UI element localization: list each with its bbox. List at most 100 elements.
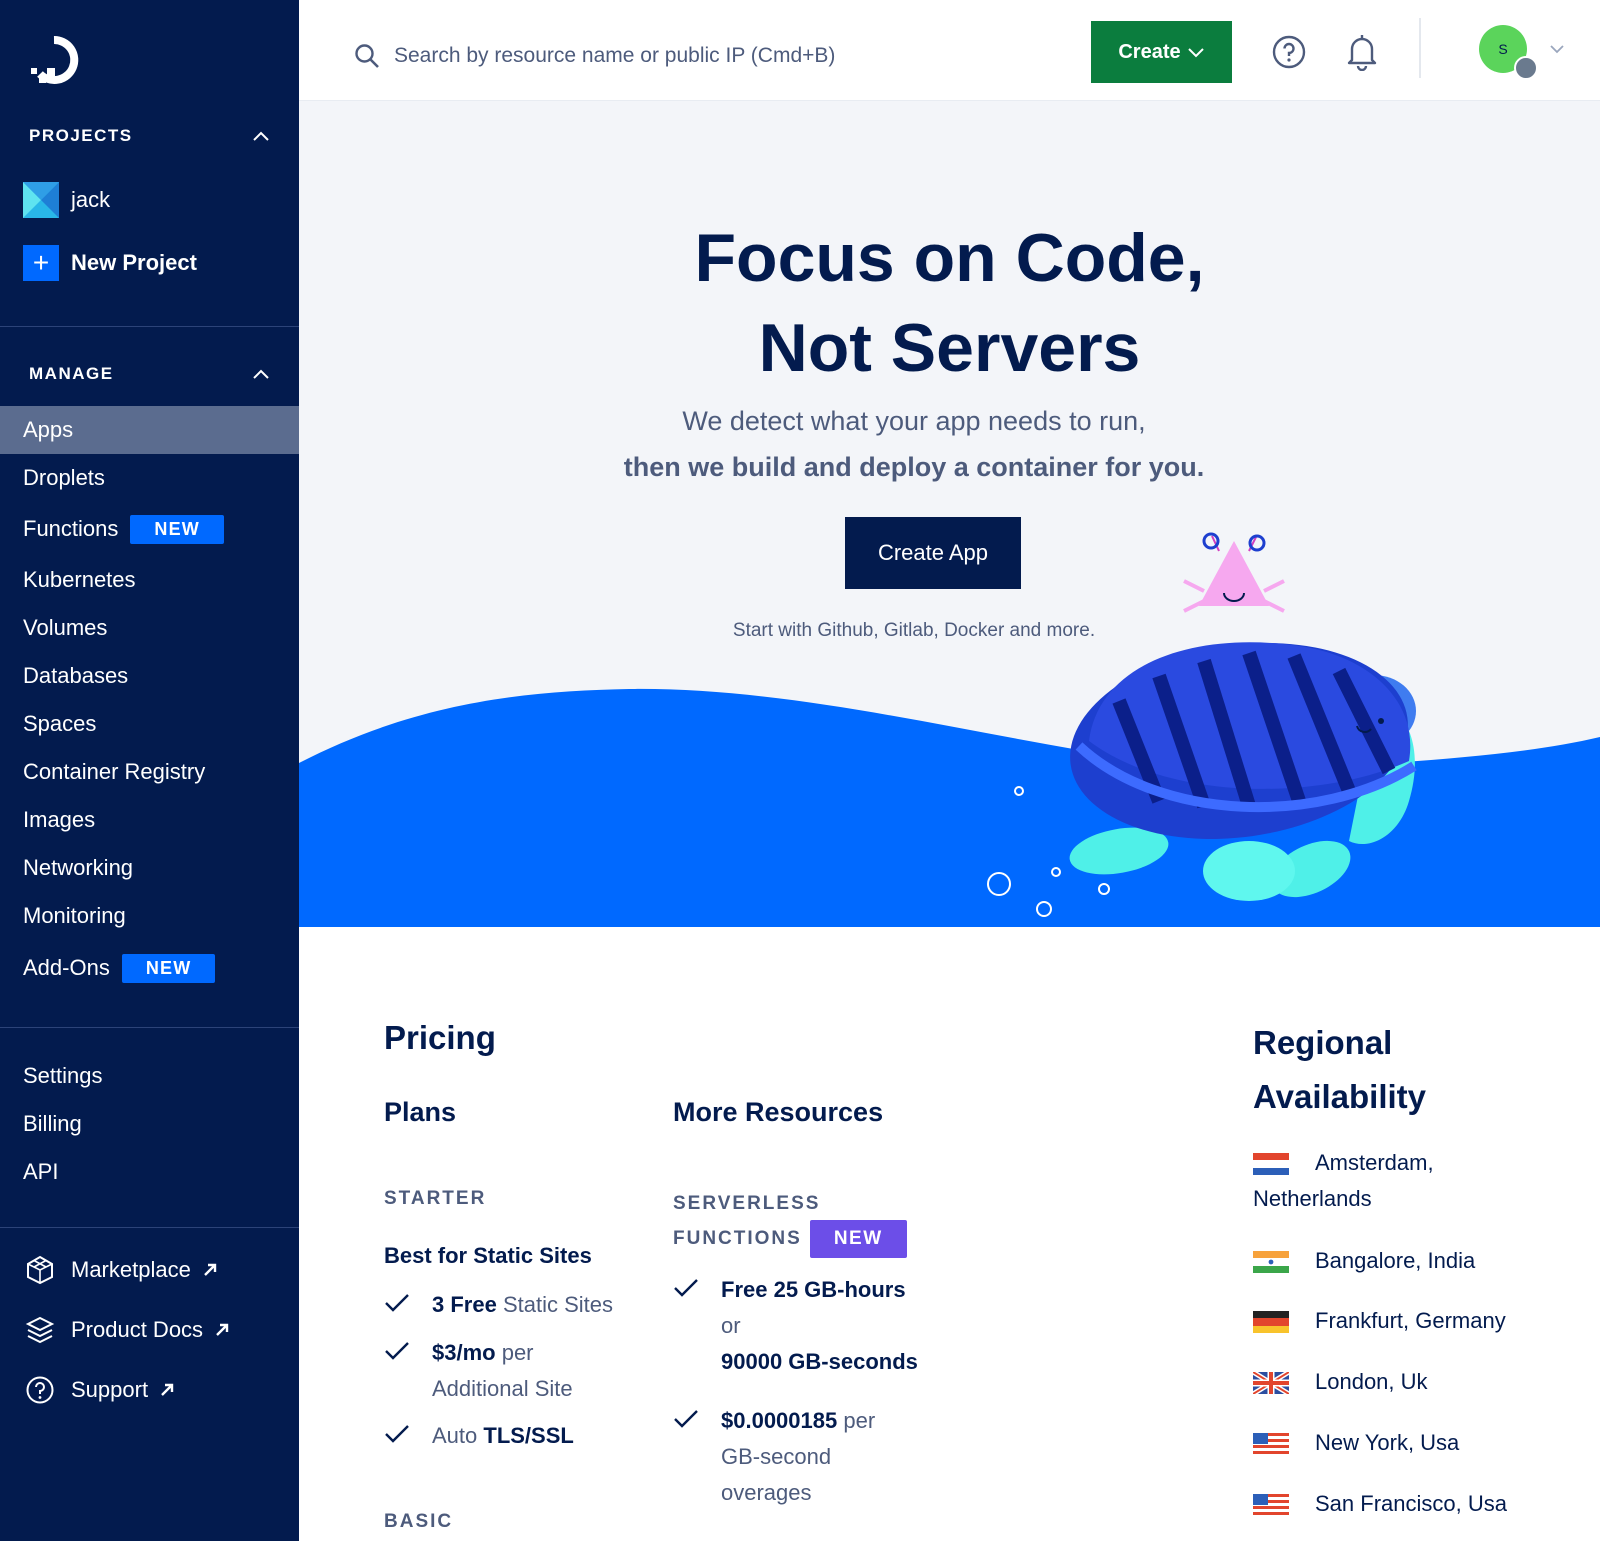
project-icon: [23, 182, 59, 218]
sidebar-item-billing[interactable]: Billing: [0, 1100, 299, 1148]
manage-header: MANAGE: [29, 364, 114, 383]
bell-icon[interactable]: [1345, 33, 1379, 71]
help-icon[interactable]: [1272, 35, 1306, 69]
external-link-icon: [203, 1263, 217, 1276]
regional-availability-title: Regional Availability: [1253, 1016, 1426, 1124]
region-name: New York, Usa: [1315, 1430, 1460, 1455]
serverless-label-line1: SERVERLESS: [673, 1193, 821, 1214]
region-item: San Francisco, Usa: [1253, 1486, 1507, 1522]
nav-label: Add-Ons: [23, 955, 110, 980]
feature-row: Auto TLS/SSL: [384, 1418, 574, 1454]
projects-header: PROJECTS: [29, 126, 133, 145]
sidebar-item-functions[interactable]: Functions NEW: [0, 505, 299, 553]
nav-label: Monitoring: [23, 903, 126, 928]
serverless-label-line2: FUNCTIONS: [673, 1228, 802, 1249]
feature-text: or: [721, 1313, 741, 1338]
avatar-initial: S: [1498, 41, 1508, 57]
nav-label: Droplets: [23, 465, 105, 490]
create-app-button[interactable]: Create App: [845, 517, 1021, 589]
support-icon: [26, 1376, 54, 1404]
support-label: Support: [71, 1377, 149, 1402]
region-item: New York, Usa: [1253, 1425, 1459, 1461]
sidebar-item-monitoring[interactable]: Monitoring: [0, 892, 299, 940]
external-link-icon: [161, 1383, 174, 1396]
new-project-button[interactable]: + New Project: [23, 245, 197, 281]
chevron-down-icon: [1187, 48, 1204, 58]
support-link[interactable]: Support: [25, 1375, 174, 1405]
chevron-down-icon[interactable]: [1549, 44, 1565, 54]
germany-flag-icon: [1253, 1311, 1289, 1334]
sidebar-item-volumes[interactable]: Volumes: [0, 604, 299, 652]
region-item: Bangalore, India: [1253, 1243, 1475, 1279]
sidebar-item-kubernetes[interactable]: Kubernetes: [0, 556, 299, 604]
sidebar-item-api[interactable]: API: [0, 1148, 299, 1196]
feature-row: $0.0000185 per GB-second overages: [673, 1403, 875, 1511]
docs-icon: [25, 1316, 55, 1344]
marketplace-label: Marketplace: [71, 1257, 191, 1282]
product-docs-link[interactable]: Product Docs: [25, 1315, 229, 1345]
digitalocean-logo-icon[interactable]: [27, 34, 81, 86]
hero-title: Focus on Code, Not Servers: [299, 213, 1600, 393]
chevron-up-icon[interactable]: [252, 368, 270, 380]
region-title-line1: Regional: [1253, 1024, 1393, 1061]
hero-title-line2: Not Servers: [758, 310, 1141, 386]
starter-plan-name: Best for Static Sites: [384, 1243, 592, 1268]
create-label: Create: [1118, 40, 1181, 63]
check-icon: [385, 1425, 409, 1443]
nav-label: Kubernetes: [23, 567, 136, 592]
team-avatar: [1514, 56, 1538, 80]
sidebar-item-add-ons[interactable]: Add-Ons NEW: [0, 944, 299, 992]
sidebar-item-networking[interactable]: Networking: [0, 844, 299, 892]
region-item: Frankfurt, Germany: [1253, 1303, 1506, 1339]
project-item-jack[interactable]: jack: [23, 182, 110, 218]
new-badge: NEW: [121, 953, 216, 983]
search-input[interactable]: [394, 36, 1034, 76]
feature-bold: $0.0000185: [721, 1408, 838, 1433]
region-item: London, Uk: [1253, 1364, 1428, 1400]
feature-row: $3/mo per Additional Site: [384, 1335, 573, 1407]
more-resources-title: More Resources: [673, 1097, 884, 1127]
hero-subtitle-bold: then we build and deploy a container for…: [623, 452, 1205, 482]
starter-tier-label: STARTER: [384, 1188, 487, 1209]
plus-icon: +: [23, 245, 59, 281]
hero-title-line1: Focus on Code,: [694, 220, 1205, 296]
new-badge: NEW: [130, 514, 224, 544]
region-name: London, Uk: [1315, 1369, 1428, 1394]
sidebar-item-apps[interactable]: Apps: [0, 406, 299, 454]
nav-label: API: [23, 1159, 59, 1184]
product-docs-label: Product Docs: [71, 1317, 204, 1342]
hero-subtitle: We detect what your app needs to run,: [682, 406, 1146, 436]
netherlands-flag-icon: [1253, 1153, 1289, 1176]
nav-label: Settings: [23, 1063, 103, 1088]
feature-row: 3 Free Static Sites: [384, 1287, 613, 1323]
feature-bold: 3 Free: [432, 1292, 497, 1317]
sidebar-item-droplets[interactable]: Droplets: [0, 454, 299, 502]
sidebar-item-images[interactable]: Images: [0, 796, 299, 844]
external-link-icon: [216, 1323, 229, 1336]
chevron-up-icon[interactable]: [252, 130, 270, 142]
nav-label: Billing: [23, 1111, 82, 1136]
pricing-title: Pricing: [384, 1019, 496, 1056]
marketplace-icon: [27, 1255, 53, 1285]
region-name: Amsterdam,: [1315, 1150, 1434, 1175]
plans-title: Plans: [384, 1097, 457, 1127]
check-icon: [385, 1294, 409, 1312]
nav-label: Container Registry: [23, 759, 206, 784]
feature-text: GB-second: [721, 1444, 832, 1469]
check-icon: [674, 1410, 698, 1428]
sidebar-item-settings[interactable]: Settings: [0, 1052, 299, 1100]
sidebar-item-databases[interactable]: Databases: [0, 652, 299, 700]
nav-label: Spaces: [23, 711, 97, 736]
create-button[interactable]: Create: [1091, 21, 1232, 83]
nav-label: Networking: [23, 855, 134, 880]
crab-mascot-icon: [1183, 532, 1285, 613]
region-title-line2: Availability: [1253, 1078, 1427, 1115]
feature-bold: $3/mo: [432, 1340, 496, 1365]
sidebar-item-spaces[interactable]: Spaces: [0, 700, 299, 748]
sidebar-item-container-registry[interactable]: Container Registry: [0, 748, 299, 796]
marketplace-link[interactable]: Marketplace: [25, 1255, 217, 1285]
feature-bold: Free 25 GB-hours: [721, 1277, 906, 1302]
topbar: Create S: [299, 0, 1600, 101]
sidebar: PROJECTS jack + New Project MANAGE Apps …: [0, 0, 299, 1541]
usa-flag-icon: [1253, 1494, 1289, 1517]
